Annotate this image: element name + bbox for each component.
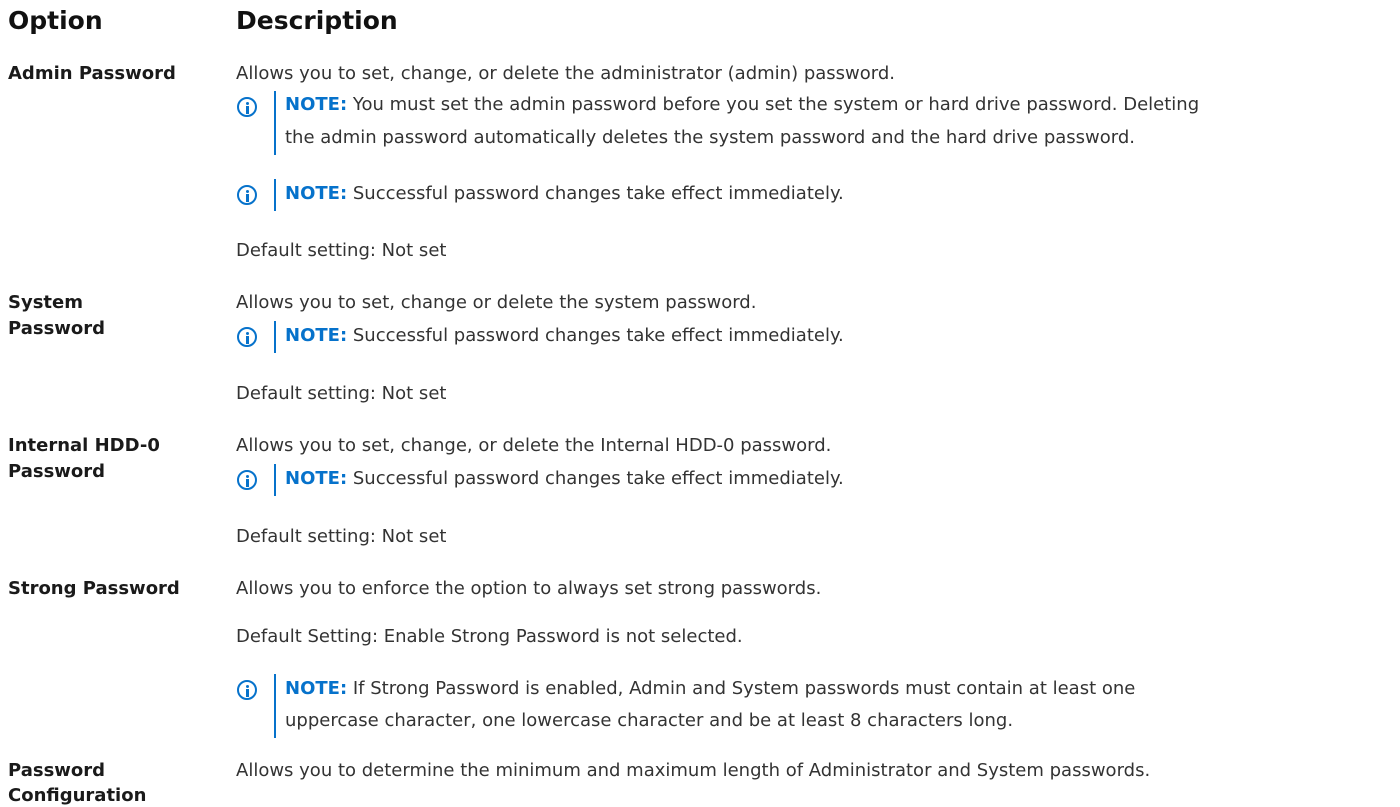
- option-admin-password: Admin Password: [8, 63, 176, 84]
- default-system-password: Default setting: Not set: [236, 383, 447, 404]
- description-admin-password: Allows you to set, change, or delete the…: [236, 63, 896, 84]
- note-label: NOTE:: [285, 183, 348, 204]
- note-label: NOTE:: [285, 468, 348, 489]
- note-bar: [274, 674, 276, 738]
- option-password-configuration-line1: Password: [8, 760, 106, 781]
- info-icon: [237, 680, 257, 700]
- info-icon: [237, 470, 257, 490]
- option-password-configuration-line2: Configuration: [8, 785, 147, 806]
- option-hdd-password-line1: Internal HDD-0: [8, 435, 160, 456]
- description-strong-password: Allows you to enforce the option to alwa…: [236, 578, 822, 599]
- description-password-configuration: Allows you to determine the minimum and …: [236, 760, 1151, 781]
- note-bar: [274, 179, 276, 211]
- note-bar: [274, 321, 276, 353]
- note-label: NOTE:: [285, 325, 348, 346]
- default-strong-password: Default Setting: Enable Strong Password …: [236, 626, 743, 647]
- note-bar: [274, 91, 276, 155]
- default-admin-password: Default setting: Not set: [236, 240, 447, 261]
- note-label: NOTE:: [285, 678, 348, 699]
- note-system: NOTE: Successful password changes take e…: [285, 325, 844, 346]
- option-hdd-password-line2: Password: [8, 461, 106, 482]
- note-admin-1-line1: NOTE: You must set the admin password be…: [285, 94, 1200, 115]
- note-bar: [274, 464, 276, 496]
- info-icon: [237, 97, 257, 117]
- default-hdd-password: Default setting: Not set: [236, 526, 447, 547]
- info-icon: [237, 327, 257, 347]
- option-strong-password: Strong Password: [8, 578, 180, 599]
- option-system-password-line1: System: [8, 292, 83, 313]
- column-header-option: Option: [8, 6, 103, 35]
- note-admin-2: NOTE: Successful password changes take e…: [285, 183, 844, 204]
- note-strong-line1: NOTE: If Strong Password is enabled, Adm…: [285, 678, 1136, 699]
- note-strong-line2: uppercase character, one lowercase chara…: [285, 710, 1014, 731]
- column-header-description: Description: [236, 6, 398, 35]
- description-system-password: Allows you to set, change or delete the …: [236, 292, 757, 313]
- note-hdd: NOTE: Successful password changes take e…: [285, 468, 844, 489]
- option-system-password-line2: Password: [8, 318, 106, 339]
- info-icon: [237, 185, 257, 205]
- description-hdd-password: Allows you to set, change, or delete the…: [236, 435, 832, 456]
- note-label: NOTE:: [285, 94, 348, 115]
- note-admin-1-line2: the admin password automatically deletes…: [285, 127, 1136, 148]
